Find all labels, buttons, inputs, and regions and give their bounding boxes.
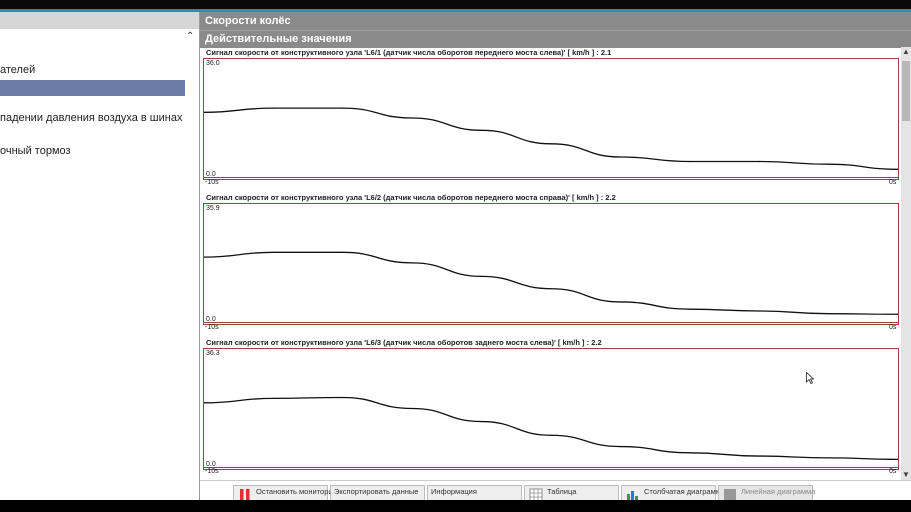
window-top-bar — [0, 0, 911, 12]
vertical-scrollbar[interactable]: ▲ ▼ — [901, 47, 911, 480]
speed-series-line — [204, 107, 898, 170]
speed-data-point — [411, 117, 413, 119]
speed-data-point — [481, 420, 483, 423]
left-panel: ⌃ ателей падении давления воздуха в шина… — [0, 12, 200, 500]
chart-3-x-start: -10s — [205, 468, 219, 475]
page-subtitle: Действительные значения — [200, 30, 911, 48]
scroll-up-icon[interactable]: ▲ — [901, 47, 911, 57]
chart-1-x-end: 0s — [889, 179, 897, 186]
speed-data-point — [689, 452, 691, 454]
chart-2-svg — [204, 251, 898, 323]
speed-data-point — [550, 434, 552, 436]
chevron-up-icon[interactable]: ⌃ — [186, 31, 194, 42]
speed-data-point — [828, 457, 830, 459]
speed-data-point — [828, 163, 830, 165]
taskbar-strip — [0, 500, 911, 512]
page-title: Скорости колёс — [200, 12, 911, 30]
chart-2-x-start: -10s — [205, 324, 219, 331]
speed-data-point — [619, 301, 621, 303]
left-panel-header — [0, 12, 199, 29]
speed-data-point — [550, 288, 552, 290]
speed-data-point — [758, 310, 760, 312]
chart-1-plot: 36.0 0.0 — [203, 58, 899, 180]
speed-data-point — [481, 129, 483, 131]
speed-data-point — [272, 107, 274, 109]
chart-3-title: Сигнал скорости от конструктивного узла … — [206, 338, 602, 347]
speed-data-point — [619, 156, 621, 158]
speed-data-point — [689, 308, 691, 310]
speed-data-point — [689, 160, 691, 163]
chart-1-title: Сигнал скорости от конструктивного узла … — [206, 48, 612, 57]
speed-data-point — [619, 445, 621, 448]
chart-2-title: Сигнал скорости от конструктивного узла … — [206, 193, 616, 202]
chart-1-svg — [204, 107, 898, 178]
speed-data-point — [272, 397, 274, 399]
speed-data-point — [758, 455, 760, 457]
scrollbar-thumb[interactable] — [902, 61, 910, 121]
speed-series-line — [204, 396, 898, 460]
speed-data-point — [342, 396, 344, 399]
speed-data-point — [411, 262, 413, 264]
chart-1-x-start: -10s — [205, 179, 219, 186]
mouse-cursor-icon — [806, 372, 814, 384]
speed-data-point — [828, 313, 830, 315]
speed-data-point — [411, 407, 413, 410]
speed-series-line — [204, 251, 898, 315]
speed-data-point — [342, 251, 344, 253]
chart-2-plot: 35.9 0.0 — [203, 203, 899, 325]
speed-data-point — [550, 143, 552, 145]
tree-item-brake[interactable]: очный тормоз — [0, 145, 71, 157]
speed-data-point — [342, 107, 344, 109]
chart-3-svg — [204, 396, 898, 468]
chart-2-x-end: 0s — [889, 324, 897, 331]
scroll-down-icon[interactable]: ▼ — [901, 470, 911, 480]
speed-data-point — [758, 160, 760, 163]
chart-3-x-end: 0s — [889, 468, 897, 475]
tree-item-1[interactable]: ателей — [0, 64, 35, 76]
speed-data-point — [481, 275, 483, 277]
speed-data-point — [272, 251, 274, 253]
tree-item-selected[interactable] — [0, 80, 185, 96]
bottom-toolbar: Остановить мониторинг Экспортировать дан… — [200, 480, 911, 505]
chart-3-plot: 36.3 0.0 — [203, 348, 899, 470]
tree-item-tire-pressure[interactable]: падении давления воздуха в шинах — [0, 112, 182, 124]
